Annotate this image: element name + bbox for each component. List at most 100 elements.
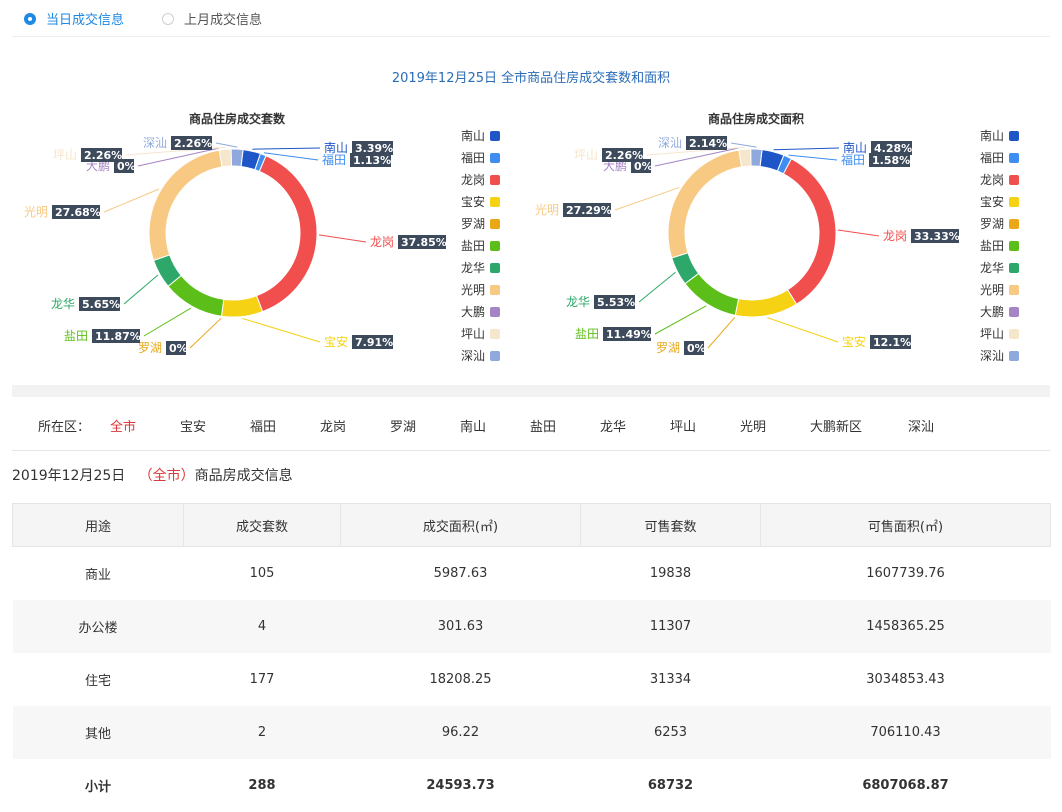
district-guangming[interactable]: 光明 [740, 416, 766, 435]
donut-slice [782, 158, 837, 305]
donut-slice [255, 155, 318, 313]
district-pingshan[interactable]: 坪山 [670, 416, 696, 435]
legend-item: 宝安 [980, 194, 1019, 209]
label-leader-line [773, 147, 840, 151]
slice-label: 盐田 11.49% [575, 327, 652, 341]
donut-slice [220, 295, 264, 318]
slice-name: 盐田 [575, 327, 599, 341]
header-deal-area: 成交面积(㎡) [340, 503, 581, 547]
district-dapeng[interactable]: 大鹏新区 [810, 416, 862, 435]
radio-unselected-icon[interactable] [162, 12, 174, 25]
legend-swatch [1009, 263, 1019, 273]
slice-label: 宝安 7.91% [324, 334, 393, 349]
donut-slice [684, 272, 740, 316]
district-shenshan[interactable]: 深汕 [908, 416, 934, 435]
cell: 小计 [84, 780, 111, 795]
table-row: 其他 2 96.22 6253 706110.43 [12, 706, 1051, 759]
district-baoan[interactable]: 宝安 [180, 416, 206, 435]
legend-label: 龙华 [461, 261, 485, 275]
label-leader-line [788, 154, 838, 161]
donut-chart-area: 商品住房成交面积南山 4.28%福田 1.58%龙岗 33.33%宝安 12.1%罗湖 0… [535, 111, 1019, 363]
legend-swatch [490, 241, 500, 251]
cell: 3034853.43 [866, 672, 945, 687]
legend-label: 南山 [461, 128, 485, 143]
district-yantian[interactable]: 盐田 [530, 416, 556, 435]
label-leader-line [242, 317, 321, 343]
label-leader-line [614, 187, 680, 211]
legend-label: 龙华 [980, 261, 1004, 275]
district-nanshan[interactable]: 南山 [460, 416, 486, 435]
header-available-area: 可售面积(㎡) [760, 503, 1051, 547]
district-luohu[interactable]: 罗湖 [390, 416, 416, 435]
district-quanshi[interactable]: 全市 [110, 416, 136, 435]
info-suffix: 商品房成交信息 [194, 468, 293, 484]
header-usage: 用途 [12, 503, 184, 547]
cell: 31334 [649, 672, 692, 687]
slice-label: 盐田 11.87% [64, 329, 141, 343]
legend-item: 深汕 [461, 349, 500, 363]
district-longgang[interactable]: 龙岗 [320, 416, 346, 435]
slice-value: 11.49% [606, 328, 652, 341]
legend-item: 罗湖 [461, 216, 500, 231]
slice-name: 罗湖 [138, 340, 162, 355]
legend-swatch [490, 329, 500, 339]
table-total-row: 小计 288 24593.73 68732 6807068.87 [13, 759, 1051, 812]
cell: 2 [183, 706, 341, 759]
slice-name: 深汕 [143, 136, 167, 150]
legend-item: 盐田 [980, 239, 1019, 253]
legend-label: 宝安 [980, 194, 1004, 209]
slice-label: 宝安 12.1% [842, 334, 911, 349]
info-title: 2019年12月25日 （全市）商品房成交信息 [12, 465, 293, 485]
legend-item: 光明 [980, 283, 1019, 297]
legend-item: 福田 [980, 150, 1019, 165]
table-row: 办公楼 4 301.63 11307 1458365.25 [12, 600, 1051, 653]
slice-name: 福田 [322, 152, 346, 167]
district-longhua[interactable]: 龙华 [600, 416, 626, 435]
label-leader-line [638, 271, 676, 303]
slice-value: 5.65% [82, 298, 120, 311]
district-filter: 所在区： 全市 宝安 福田 龙岗 罗湖 南山 盐田 龙华 坪山 光明 大鹏新区 … [12, 398, 1050, 451]
legend-label: 深汕 [461, 349, 485, 363]
tab-last-month[interactable]: 上月成交信息 [162, 9, 262, 28]
slice-label: 光明 27.29% [535, 203, 612, 217]
tab-last-month-label: 上月成交信息 [184, 13, 263, 28]
legend-label: 龙岗 [980, 173, 1004, 187]
legend-swatch [490, 175, 500, 185]
slice-value: 0% [687, 342, 706, 355]
legend-swatch [490, 351, 500, 361]
info-close-paren: ） [180, 468, 195, 484]
cell: 6807068.87 [862, 778, 949, 793]
slice-label: 龙岗 37.85% [370, 235, 447, 249]
slice-label: 龙华 5.53% [566, 295, 635, 309]
info-open-paren: （ [138, 468, 153, 484]
legend-item: 大鹏 [980, 305, 1019, 319]
legend-item: 盐田 [461, 239, 500, 253]
district-futian[interactable]: 福田 [250, 416, 276, 435]
table-row: 商业 105 5987.63 19838 1607739.76 [13, 547, 1051, 601]
slice-name: 龙岗 [883, 229, 907, 243]
legend-item: 坪山 [980, 327, 1019, 341]
donut-slice [734, 289, 798, 318]
legend-swatch [490, 285, 500, 295]
radio-selected-icon[interactable] [24, 12, 36, 25]
slice-value: 0% [169, 342, 188, 355]
legend-swatch [1009, 285, 1019, 295]
charts-panel: 2019年12月25日 全市商品住房成交套数和面积 商品住房成交套数 南山 3.39… [12, 40, 1050, 385]
label-leader-line [215, 142, 238, 148]
slice-label: 福田 1.13% [322, 152, 391, 167]
info-district: 全市 [152, 468, 181, 484]
label-leader-line [654, 305, 707, 335]
legend-swatch [490, 197, 500, 207]
legend-item: 宝安 [461, 194, 500, 209]
legend-swatch [1009, 175, 1019, 185]
legend-label: 福田 [980, 150, 1004, 165]
slice-value: 27.68% [55, 206, 101, 219]
legend-swatch [490, 131, 500, 141]
legend-label: 盐田 [980, 239, 1004, 253]
cell: 4 [183, 600, 341, 653]
tab-today[interactable]: 当日成交信息 [24, 9, 124, 28]
legend-item: 大鹏 [461, 305, 500, 319]
legend-label: 光明 [980, 283, 1004, 297]
legend-label: 南山 [980, 128, 1004, 143]
slice-name: 宝安 [842, 334, 866, 349]
